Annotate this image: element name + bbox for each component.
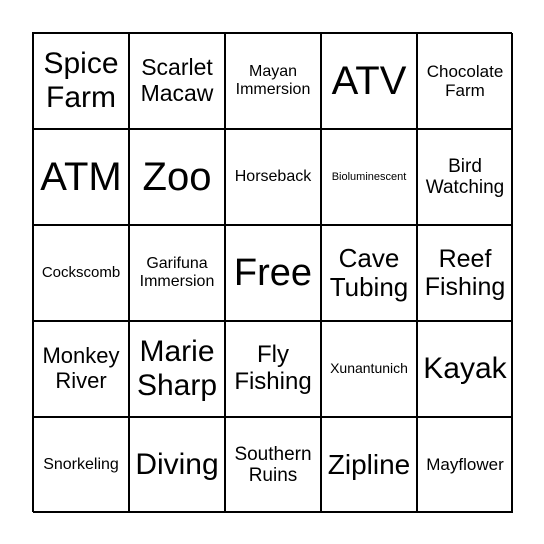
bingo-cell[interactable]: ATV (321, 33, 417, 129)
bingo-cell[interactable]: Reef Fishing (417, 225, 513, 321)
bingo-cell[interactable]: Bird Watching (417, 129, 513, 225)
bingo-cell[interactable]: Marie Sharp (129, 321, 225, 417)
bingo-cell[interactable]: Zoo (129, 129, 225, 225)
bingo-cell[interactable]: Spice Farm (33, 33, 129, 129)
bingo-cell[interactable]: Cockscomb (33, 225, 129, 321)
bingo-cell[interactable]: Mayflower (417, 417, 513, 513)
bingo-cell[interactable]: Scarlet Macaw (129, 33, 225, 129)
bingo-cell[interactable]: Snorkeling (33, 417, 129, 513)
bingo-cell[interactable]: Cave Tubing (321, 225, 417, 321)
bingo-cell[interactable]: Monkey River (33, 321, 129, 417)
bingo-cell[interactable]: Chocolate Farm (417, 33, 513, 129)
bingo-cell[interactable]: Horseback (225, 129, 321, 225)
bingo-cell[interactable]: Bioluminescent (321, 129, 417, 225)
bingo-cell[interactable]: Diving (129, 417, 225, 513)
bingo-cell[interactable]: Fly Fishing (225, 321, 321, 417)
bingo-cell[interactable]: Southern Ruins (225, 417, 321, 513)
bingo-grid: Spice Farm Scarlet Macaw Mayan Immersion… (32, 32, 513, 513)
bingo-cell[interactable]: Kayak (417, 321, 513, 417)
bingo-cell[interactable]: Zipline (321, 417, 417, 513)
free-space[interactable]: Free (225, 225, 321, 321)
bingo-cell[interactable]: ATM (33, 129, 129, 225)
bingo-cell[interactable]: Garifuna Immersion (129, 225, 225, 321)
bingo-cell[interactable]: Mayan Immersion (225, 33, 321, 129)
bingo-cell[interactable]: Xunantunich (321, 321, 417, 417)
